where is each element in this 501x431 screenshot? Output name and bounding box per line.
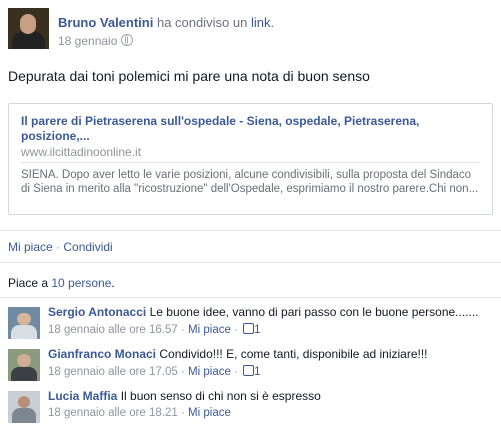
comment-time[interactable]: 18 gennaio alle ore 18.21 — [48, 407, 178, 419]
action-end: . — [270, 15, 275, 30]
comment-like-button[interactable]: Mi piace — [188, 366, 231, 378]
comment-author[interactable]: Sergio Antonacci — [48, 305, 146, 319]
likes-prefix: Piace a — [8, 276, 52, 290]
comment-avatar[interactable] — [8, 349, 40, 381]
shared-link-title[interactable]: Il parere di Pietraserena sull'ospedale … — [21, 114, 482, 144]
comment-meta: 18 gennaio alle ore 17.05 · Mi piace · 1 — [48, 365, 261, 378]
comment: Gianfranco Monaci Condivido!!! E, come t… — [8, 347, 493, 387]
comment-meta: 18 gennaio alle ore 16.57 · Mi piace · 1 — [48, 323, 261, 336]
comment-meta: 18 gennaio alle ore 18.21 · Mi piace — [48, 407, 231, 419]
comment-time[interactable]: 18 gennaio alle ore 17.05 — [48, 366, 178, 378]
post-actions: Mi piace · Condividi — [8, 240, 113, 254]
likes-count-link[interactable]: 10 persone — [51, 276, 111, 290]
shared-link-card[interactable]: Il parere di Pietraserena sull'ospedale … — [8, 103, 493, 215]
meta-separator: · — [177, 324, 189, 336]
comment-time[interactable]: 18 gennaio alle ore 16.57 — [48, 324, 178, 336]
comment-body: Gianfranco Monaci Condivido!!! E, come t… — [48, 347, 428, 362]
meta-separator: · — [230, 366, 242, 378]
comment: Sergio Antonacci Le buone idee, vanno di… — [8, 305, 493, 345]
shared-link-domain: www.ilcittadinoonline.it — [21, 145, 142, 159]
divider — [0, 230, 501, 231]
action-text: ha condiviso un — [156, 15, 248, 30]
comment-text: Le buone idee, vanno di pari passo con l… — [149, 305, 479, 319]
divider — [0, 297, 501, 298]
comment-avatar[interactable] — [8, 307, 40, 339]
comment-author[interactable]: Gianfranco Monaci — [48, 347, 156, 361]
comment-author[interactable]: Lucia Maffia — [48, 389, 117, 403]
shared-link-description: SIENA. Dopo aver letto le varie posizion… — [21, 169, 479, 195]
meta-separator: · — [177, 407, 189, 419]
comment-body: Sergio Antonacci Le buone idee, vanno di… — [48, 305, 479, 320]
post-header-line: Bruno Valentini ha condiviso un link. — [58, 15, 274, 30]
post-date[interactable]: 18 gennaio — [58, 34, 117, 48]
thumbs-up-icon — [243, 365, 255, 376]
status-text: Depurata dai toni polemici mi pare una n… — [8, 68, 370, 84]
shared-link-label[interactable]: link — [251, 15, 271, 30]
likes-summary: Piace a 10 persone. — [8, 276, 115, 290]
comment-avatar[interactable] — [8, 391, 40, 423]
likes-suffix: . — [111, 276, 115, 290]
comment-text: Il buon senso di chi non si è espresso — [120, 389, 321, 403]
comment-body: Lucia Maffia Il buon senso di chi non si… — [48, 389, 321, 404]
thumbs-up-icon — [243, 323, 255, 334]
share-button[interactable]: Condividi — [63, 240, 112, 254]
author-avatar[interactable] — [8, 8, 49, 49]
post-header: Bruno Valentini ha condiviso un link. 18… — [8, 8, 493, 52]
post-date-line: 18 gennaio — [58, 34, 134, 48]
comment-text: Condivido!!! E, come tanti, disponibile … — [159, 347, 428, 361]
comment-like-count[interactable]: 1 — [254, 366, 260, 378]
comment-like-count[interactable]: 1 — [254, 324, 260, 336]
comment-like-button[interactable]: Mi piace — [188, 407, 231, 419]
action-separator: · — [52, 240, 64, 254]
meta-separator: · — [230, 324, 242, 336]
card-divider — [21, 162, 480, 163]
meta-separator: · — [177, 366, 189, 378]
like-button[interactable]: Mi piace — [8, 240, 53, 254]
comment-like-button[interactable]: Mi piace — [188, 324, 231, 336]
globe-icon[interactable] — [121, 34, 134, 46]
author-name[interactable]: Bruno Valentini — [58, 15, 153, 30]
comment: Lucia Maffia Il buon senso di chi non si… — [8, 389, 493, 429]
divider — [0, 262, 501, 263]
